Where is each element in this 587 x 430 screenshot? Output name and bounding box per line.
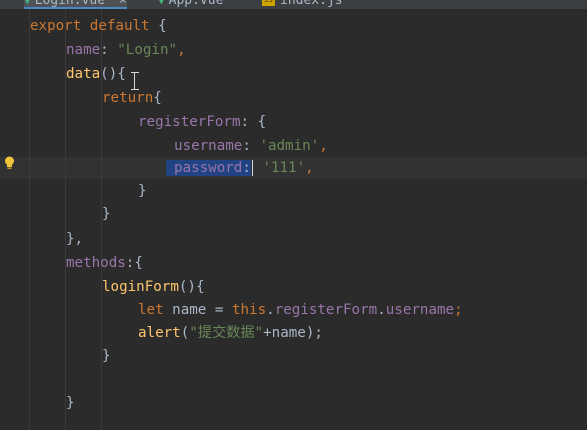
code-line-15: }: [102, 345, 111, 367]
keyword: let: [138, 302, 164, 318]
punctuation: : {: [240, 114, 267, 130]
code-line-7: password: '111',: [166, 157, 314, 179]
punctuation: ,: [177, 42, 186, 58]
code-line-5: registerForm: {: [138, 111, 266, 133]
code-line-16: }: [66, 392, 75, 414]
punctuation: {: [149, 18, 167, 34]
closing-brace: }: [138, 183, 147, 199]
code-line-6: username: 'admin',: [174, 135, 328, 157]
keyword: export: [30, 18, 82, 34]
string-literal: 'admin': [259, 138, 320, 154]
closing-brace: },: [66, 231, 84, 247]
function-name: alert: [138, 325, 181, 341]
punctuation: +name);: [263, 325, 323, 341]
text-caret: [251, 160, 253, 176]
keyword: default: [89, 18, 150, 34]
code-line-14: alert("提交数据"+name);: [138, 322, 323, 344]
closing-brace: }: [102, 348, 111, 364]
punctuation: .: [266, 302, 275, 318]
code-line-13: let name = this.registerForm.username;: [138, 299, 463, 321]
property-key: name: [66, 42, 101, 58]
keyword: this: [231, 302, 267, 318]
string-literal: '111': [262, 160, 306, 176]
function-name: data: [66, 66, 101, 82]
code-line-2: name: "Login",: [66, 39, 186, 61]
punctuation: (: [180, 325, 190, 341]
keyword: return: [102, 90, 154, 106]
code-line-10: },: [66, 228, 83, 250]
code-line-9: }: [102, 203, 111, 225]
property-access: registerForm: [274, 302, 378, 318]
code-line-1: export default {: [30, 15, 167, 37]
mouse-ibeam-cursor: [131, 72, 139, 90]
string-literal: "提交数据": [189, 325, 264, 341]
code-line-3: data(){: [66, 63, 126, 85]
property-key: password: [174, 160, 243, 176]
code-line-8: }: [138, 180, 147, 202]
property-access: username: [385, 302, 455, 318]
property-key: methods: [66, 255, 126, 271]
punctuation: :: [100, 42, 118, 58]
closing-brace: }: [66, 395, 75, 411]
punctuation: .: [377, 302, 386, 318]
code-editor[interactable]: export default { name: "Login", data(){ …: [0, 0, 587, 430]
string-literal: "Login": [117, 42, 178, 58]
punctuation: {: [153, 90, 162, 106]
selection: password:: [166, 160, 251, 176]
property-key: username: [174, 138, 243, 154]
code-line-4: return{: [102, 87, 162, 109]
property-key: registerForm: [138, 114, 241, 130]
code-line-11: methods:{: [66, 252, 143, 274]
punctuation: (){: [100, 66, 126, 82]
function-name: loginForm: [102, 279, 179, 295]
code-line-12: loginForm(){: [102, 276, 205, 298]
punctuation: :{: [125, 255, 143, 271]
punctuation: ;: [454, 302, 463, 318]
punctuation: :: [242, 138, 260, 154]
identifier: name =: [163, 302, 232, 318]
punctuation: (){: [178, 279, 205, 295]
punctuation: ,: [305, 160, 314, 176]
punctuation: :: [242, 160, 251, 176]
closing-brace: }: [102, 206, 111, 222]
punctuation: ,: [319, 138, 328, 154]
